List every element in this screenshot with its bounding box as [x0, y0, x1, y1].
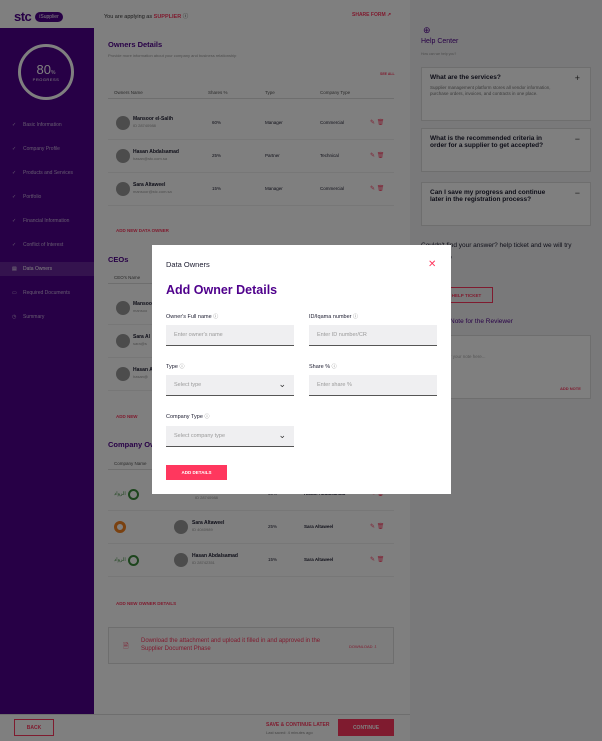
- id-number-placeholder: Enter ID number/CR: [317, 332, 367, 338]
- share-label: Share % ⓘ: [309, 363, 337, 370]
- full-name-input[interactable]: Enter owner's name: [166, 325, 294, 346]
- info-icon: ⓘ: [353, 314, 359, 320]
- id-number-input[interactable]: Enter ID number/CR: [309, 325, 437, 346]
- full-name-placeholder: Enter owner's name: [174, 332, 223, 338]
- modal-title: Add Owner Details: [166, 283, 278, 297]
- full-name-label: Owner's Full name ⓘ: [166, 313, 218, 320]
- info-icon: ⓘ: [331, 364, 337, 370]
- add-details-button[interactable]: ADD DETAILS: [166, 465, 227, 480]
- share-placeholder: Enter share %: [317, 382, 352, 388]
- chevron-down-icon: ⌄: [278, 379, 286, 389]
- share-input[interactable]: Enter share %: [309, 375, 437, 396]
- id-number-label: ID/Iqama number ⓘ: [309, 313, 358, 320]
- type-label-text: Type: [166, 364, 178, 370]
- id-number-label-text: ID/Iqama number: [309, 314, 352, 320]
- company-type-label-text: Company Type: [166, 414, 203, 420]
- close-icon[interactable]: ✕: [428, 259, 436, 270]
- company-type-label: Company Type ⓘ: [166, 413, 209, 420]
- type-placeholder: Select type: [174, 382, 202, 388]
- company-type-placeholder: Select company type: [174, 433, 226, 439]
- full-name-label-text: Owner's Full name: [166, 314, 212, 320]
- modal-header: Data Owners: [166, 260, 210, 269]
- info-icon: ⓘ: [179, 364, 185, 370]
- add-owner-modal: Data Owners ✕ Add Owner Details Owner's …: [152, 245, 451, 494]
- chevron-down-icon: ⌄: [278, 430, 286, 440]
- info-icon: ⓘ: [213, 314, 219, 320]
- type-label: Type ⓘ: [166, 363, 184, 370]
- share-label-text: Share %: [309, 364, 331, 370]
- company-type-select[interactable]: Select company type ⌄: [166, 426, 294, 447]
- type-select[interactable]: Select type ⌄: [166, 375, 294, 396]
- info-icon: ⓘ: [204, 414, 210, 420]
